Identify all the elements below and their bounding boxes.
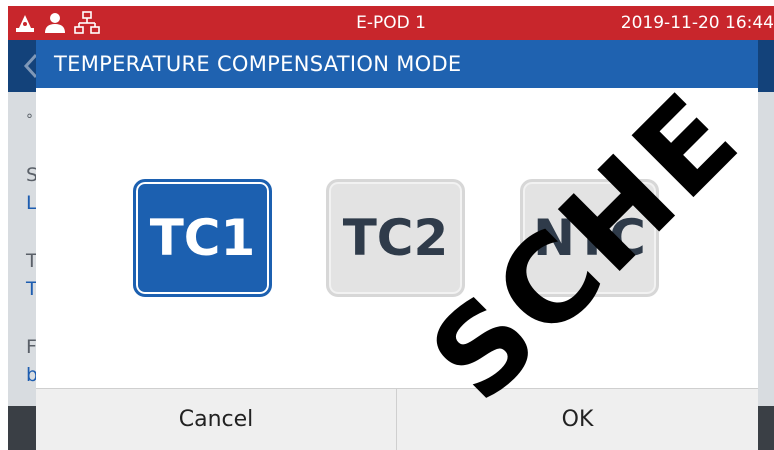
ok-button[interactable]: OK: [397, 389, 758, 450]
compensation-mode-dialog: TEMPERATURE COMPENSATION MODE TC1 TC2 NT…: [36, 40, 758, 450]
ntc-option-button[interactable]: NTC: [520, 179, 659, 297]
background-row-value: L: [26, 192, 37, 214]
tc1-option-button[interactable]: TC1: [133, 179, 272, 297]
option-label: NTC: [533, 209, 646, 267]
option-label: TC2: [342, 209, 449, 267]
option-label: TC1: [149, 209, 256, 267]
dialog-footer: Cancel OK: [36, 388, 758, 450]
tc2-option-button[interactable]: TC2: [326, 179, 465, 297]
dialog-title-bar: TEMPERATURE COMPENSATION MODE: [36, 40, 758, 88]
screen: ° S L T T F b E-POD 1 2019-11-20 16:44 T…: [0, 0, 774, 450]
status-bar: E-POD 1 2019-11-20 16:44: [8, 6, 774, 40]
cancel-button[interactable]: Cancel: [36, 389, 396, 450]
background-row-text: °: [26, 112, 33, 128]
date-time: 2019-11-20 16:44: [620, 13, 774, 33]
dialog-title: TEMPERATURE COMPENSATION MODE: [54, 52, 462, 76]
